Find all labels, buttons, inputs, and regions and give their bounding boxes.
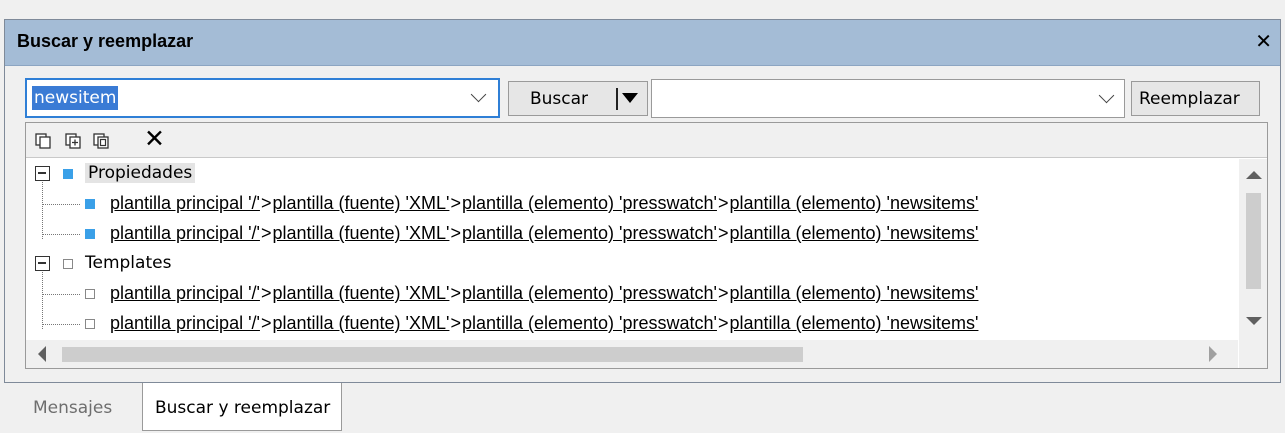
empty-marker-icon bbox=[63, 259, 73, 269]
path-separator: > bbox=[260, 223, 272, 243]
search-input[interactable]: newsitem bbox=[25, 78, 500, 118]
results-toolbar: ✕ bbox=[26, 123, 1267, 158]
copy-all-icon[interactable] bbox=[92, 132, 110, 150]
blue-marker-icon bbox=[63, 169, 73, 179]
result-path: plantilla principal '/'>plantilla (fuent… bbox=[110, 223, 978, 244]
find-button-label: Buscar bbox=[530, 89, 589, 109]
tree-connector bbox=[42, 179, 43, 239]
replace-button[interactable]: Reemplazar bbox=[1131, 81, 1260, 116]
close-icon[interactable]: ✕ bbox=[1255, 29, 1272, 53]
scroll-right-icon[interactable] bbox=[1209, 346, 1217, 362]
path-link[interactable]: plantilla (elemento) 'newsitems' bbox=[729, 193, 978, 213]
search-value[interactable]: newsitem bbox=[32, 86, 119, 110]
path-separator: > bbox=[717, 193, 729, 213]
path-link[interactable]: plantilla (fuente) 'XML' bbox=[272, 283, 449, 303]
collapse-icon[interactable] bbox=[35, 256, 50, 271]
tab-mensajes[interactable]: Mensajes bbox=[18, 387, 138, 427]
window-title: Buscar y reemplazar bbox=[17, 31, 194, 51]
empty-marker-icon bbox=[85, 319, 95, 329]
path-link[interactable]: plantilla principal '/' bbox=[110, 313, 260, 333]
path-separator: > bbox=[717, 223, 729, 243]
scrollbar-thumb[interactable] bbox=[1246, 193, 1261, 289]
title-bar: Buscar y reemplazar ✕ bbox=[5, 20, 1280, 66]
scroll-up-icon[interactable] bbox=[1246, 171, 1262, 179]
copy-icon[interactable] bbox=[34, 132, 52, 150]
path-separator: > bbox=[450, 313, 461, 333]
path-separator: > bbox=[717, 283, 729, 303]
results-panel: ✕ Propiedades plantilla principal '/'>pl… bbox=[25, 122, 1268, 369]
path-link[interactable]: plantilla (fuente) 'XML' bbox=[272, 313, 449, 333]
tree-connector bbox=[42, 234, 80, 235]
path-separator: > bbox=[717, 313, 729, 333]
scroll-left-icon[interactable] bbox=[38, 346, 46, 362]
path-link[interactable]: plantilla (fuente) 'XML' bbox=[272, 223, 449, 243]
results-tree: Propiedades plantilla principal '/'>plan… bbox=[26, 159, 1238, 339]
horizontal-scrollbar[interactable] bbox=[26, 340, 1238, 368]
scrollbar-corner bbox=[1239, 340, 1267, 368]
group-label: Templates bbox=[85, 253, 172, 273]
tree-connector bbox=[42, 324, 80, 325]
path-link[interactable]: plantilla (elemento) 'presswatch' bbox=[462, 223, 717, 243]
path-link[interactable]: plantilla (elemento) 'presswatch' bbox=[462, 313, 717, 333]
path-link[interactable]: plantilla principal '/' bbox=[110, 283, 260, 303]
find-button[interactable]: Buscar bbox=[508, 81, 648, 116]
path-link[interactable]: plantilla (elemento) 'presswatch' bbox=[462, 193, 717, 213]
path-separator: > bbox=[450, 193, 461, 213]
blue-marker-icon bbox=[85, 229, 95, 239]
result-path: plantilla principal '/'>plantilla (fuent… bbox=[110, 283, 978, 304]
chevron-down-icon[interactable] bbox=[1098, 87, 1115, 104]
tab-label: Mensajes bbox=[33, 398, 113, 418]
path-link[interactable]: plantilla (elemento) 'newsitems' bbox=[729, 223, 978, 243]
path-separator: > bbox=[450, 223, 461, 243]
group-label-text: Propiedades bbox=[85, 163, 196, 183]
result-path: plantilla principal '/'>plantilla (fuent… bbox=[110, 313, 978, 334]
path-link[interactable]: plantilla (fuente) 'XML' bbox=[272, 193, 449, 213]
result-path: plantilla principal '/'>plantilla (fuent… bbox=[110, 193, 978, 214]
clear-icon[interactable]: ✕ bbox=[144, 124, 165, 154]
tree-connector bbox=[42, 269, 43, 329]
path-link[interactable]: plantilla (elemento) 'newsitems' bbox=[729, 313, 978, 333]
chevron-down-icon[interactable] bbox=[470, 86, 487, 103]
dropdown-arrow-icon[interactable] bbox=[622, 93, 638, 103]
scrollbar-thumb[interactable] bbox=[62, 347, 803, 362]
empty-marker-icon bbox=[85, 289, 95, 299]
copy-expand-icon[interactable] bbox=[64, 132, 82, 150]
path-separator: > bbox=[260, 313, 272, 333]
blue-marker-icon bbox=[85, 199, 95, 209]
group-label: Propiedades bbox=[85, 163, 196, 183]
replace-input[interactable] bbox=[651, 79, 1125, 118]
tree-connector bbox=[42, 204, 80, 205]
path-link[interactable]: plantilla principal '/' bbox=[110, 223, 260, 243]
vertical-scrollbar[interactable] bbox=[1239, 159, 1267, 340]
split-separator bbox=[616, 88, 618, 110]
path-separator: > bbox=[450, 283, 461, 303]
path-link[interactable]: plantilla principal '/' bbox=[110, 193, 260, 213]
tree-connector bbox=[42, 294, 80, 295]
collapse-icon[interactable] bbox=[35, 166, 50, 181]
scroll-down-icon[interactable] bbox=[1246, 317, 1262, 325]
path-separator: > bbox=[260, 193, 272, 213]
tab-buscar-y-reemplazar[interactable]: Buscar y reemplazar bbox=[142, 383, 342, 431]
tab-label: Buscar y reemplazar bbox=[155, 398, 331, 418]
path-separator: > bbox=[260, 283, 272, 303]
replace-button-label: Reemplazar bbox=[1139, 89, 1240, 109]
path-link[interactable]: plantilla (elemento) 'newsitems' bbox=[729, 283, 978, 303]
path-link[interactable]: plantilla (elemento) 'presswatch' bbox=[462, 283, 717, 303]
